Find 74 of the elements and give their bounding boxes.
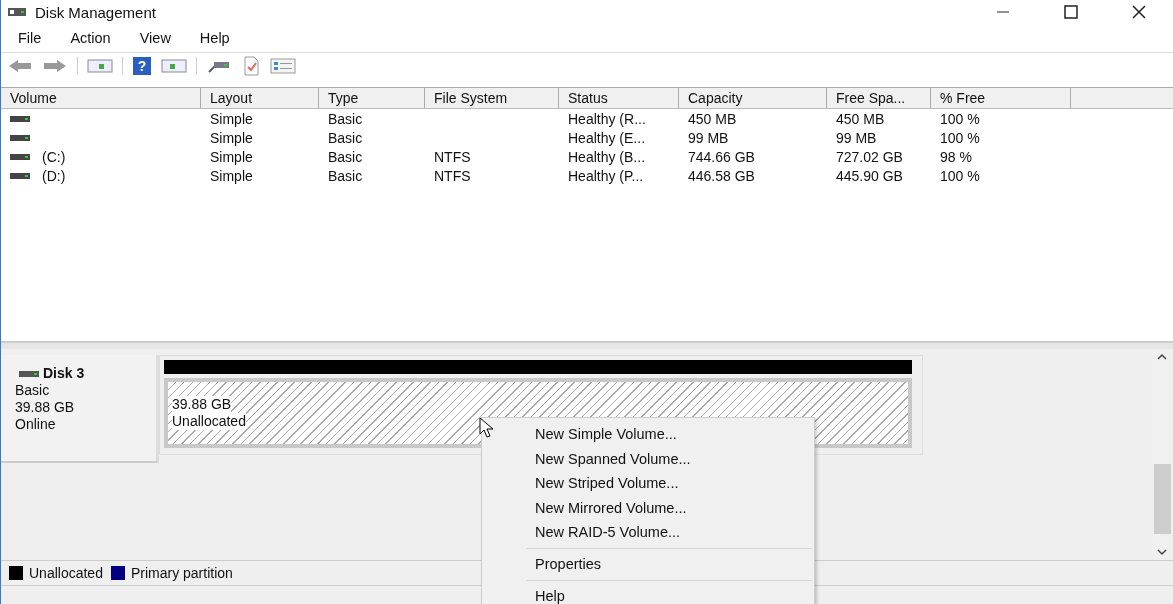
legend-label: Unallocated: [29, 565, 103, 581]
context-menu-item[interactable]: New Striped Volume...: [482, 471, 814, 496]
table-cell: Basic: [328, 129, 363, 146]
table-cell: (D:): [42, 167, 66, 184]
window-title: Disk Management: [35, 3, 156, 21]
disk-name: Disk 3: [43, 365, 85, 382]
help-icon[interactable]: ?: [132, 56, 152, 76]
column-header[interactable]: Type: [319, 88, 425, 108]
table-cell: Simple: [210, 129, 253, 146]
context-menu-item[interactable]: New Mirrored Volume...: [482, 495, 814, 521]
maximize-icon[interactable]: [1063, 4, 1079, 20]
context-menu-item[interactable]: Properties: [482, 551, 814, 577]
table-cell: NTFS: [434, 167, 471, 184]
table-cell: 98 %: [940, 148, 972, 165]
table-cell: 100 %: [940, 110, 980, 127]
table-cell: Basic: [328, 110, 363, 127]
table-cell: Simple: [210, 110, 253, 127]
table-cell: 99 MB: [688, 129, 729, 146]
back-arrow-icon[interactable]: [7, 58, 33, 74]
partition-label: Unallocated: [172, 413, 246, 430]
table-cell: Healthy (R...: [568, 110, 646, 127]
table-cell: 445.90 GB: [836, 167, 903, 184]
forward-arrow-icon[interactable]: [42, 58, 68, 74]
column-header[interactable]: Free Spa...: [827, 88, 931, 108]
menu-item[interactable]: View: [132, 30, 193, 46]
drive-icon: [10, 152, 30, 161]
drive-icon: [19, 370, 39, 377]
menu-item[interactable]: File: [11, 30, 64, 46]
column-header[interactable]: Status: [559, 88, 679, 108]
scrollbar-thumb[interactable]: [1153, 464, 1171, 534]
close-icon[interactable]: [1131, 4, 1147, 20]
legend-label: Primary partition: [130, 565, 233, 581]
table-cell: Healthy (E...: [568, 129, 646, 146]
column-header[interactable]: Capacity: [679, 88, 827, 108]
table-cell: Simple: [210, 167, 253, 184]
disk-drive-icon: [7, 5, 27, 19]
drive-icon: [10, 114, 30, 123]
panel-icon[interactable]: [161, 58, 187, 74]
panel-icon[interactable]: [87, 58, 113, 74]
context-menu-item[interactable]: Help: [482, 583, 814, 604]
context-menu-item[interactable]: New Spanned Volume...: [482, 446, 814, 472]
table-cell: Healthy (B...: [568, 148, 646, 165]
table-cell: Healthy (P...: [568, 167, 644, 184]
table-cell: Simple: [210, 148, 253, 165]
disk-size: 39.88 GB: [15, 399, 76, 416]
scroll-down-icon[interactable]: [1157, 548, 1167, 556]
table-cell: 727.02 GB: [836, 148, 903, 165]
column-header[interactable]: % Free: [931, 88, 1071, 108]
context-menu-item[interactable]: New RAID-5 Volume...: [482, 520, 814, 545]
disk-type: Basic: [15, 382, 51, 399]
checked-document-icon[interactable]: [241, 56, 261, 76]
menu-item[interactable]: Action: [63, 30, 133, 46]
table-cell: 446.58 GB: [688, 167, 755, 184]
column-header[interactable]: File System: [425, 88, 559, 108]
disk-status: Online: [15, 416, 57, 433]
table-cell: 450 MB: [688, 110, 737, 127]
column-header[interactable]: Layout: [201, 88, 319, 108]
drive-icon: [10, 133, 30, 142]
table-cell: 99 MB: [836, 129, 877, 146]
column-header[interactable]: Volume: [1, 88, 201, 108]
scroll-up-icon[interactable]: [1157, 353, 1167, 361]
list-icon[interactable]: [270, 57, 296, 75]
table-cell: 450 MB: [836, 110, 885, 127]
partition-size: 39.88 GB: [172, 396, 232, 413]
table-cell: 100 %: [940, 167, 980, 184]
menu-item[interactable]: Help: [192, 30, 252, 46]
mouse-pointer-icon: [479, 417, 495, 439]
table-cell: Basic: [328, 167, 363, 184]
drive-icon: [10, 171, 30, 180]
table-cell: 744.66 GB: [688, 148, 755, 165]
table-cell: NTFS: [434, 148, 471, 165]
table-cell: 100 %: [940, 129, 980, 146]
table-cell: (C:): [42, 148, 66, 165]
table-cell: Basic: [328, 148, 363, 165]
